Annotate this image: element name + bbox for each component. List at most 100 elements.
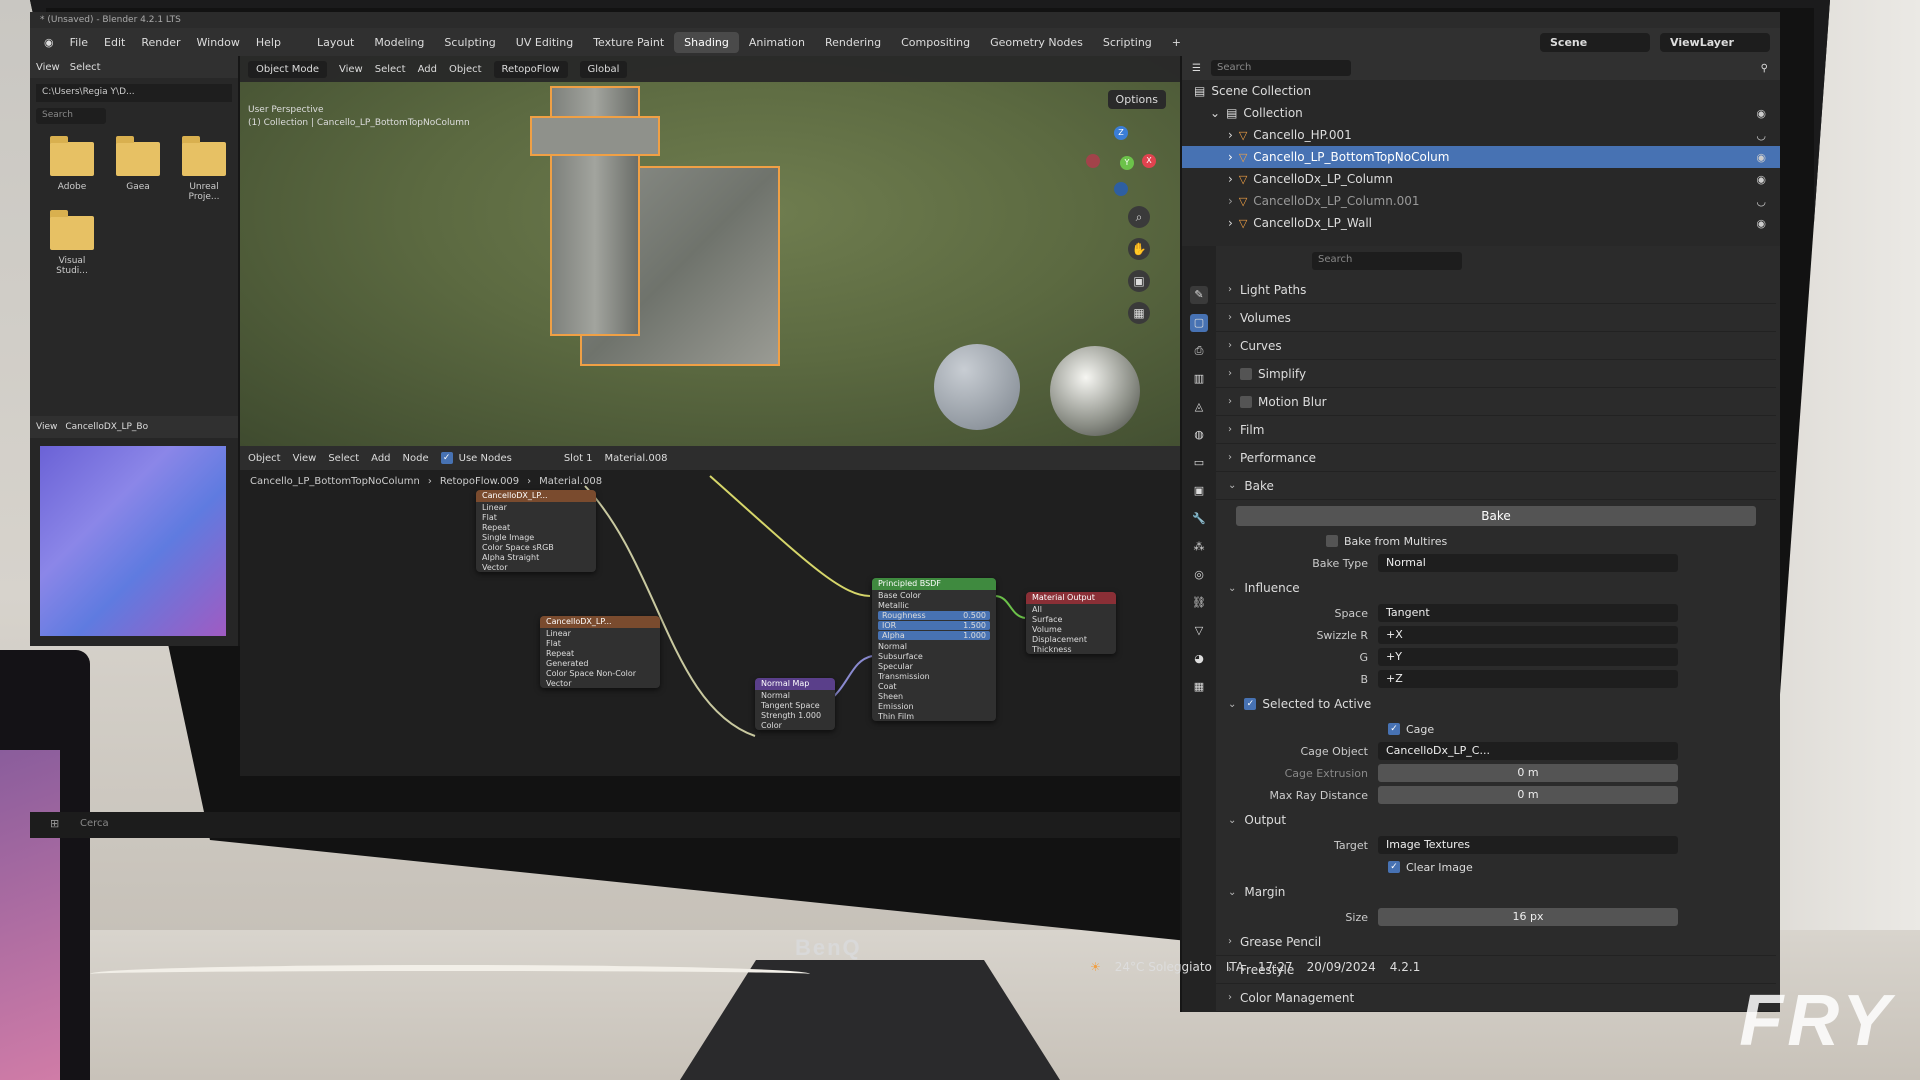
bake-button[interactable]: Bake: [1236, 506, 1756, 526]
collection-tab-icon[interactable]: ▭: [1190, 454, 1208, 472]
world-tab-icon[interactable]: ◍: [1190, 426, 1208, 444]
visibility-eye-icon[interactable]: ◉: [1756, 173, 1766, 186]
checkbox[interactable]: [1326, 535, 1338, 547]
view-layer-field[interactable]: ViewLayer: [1660, 32, 1770, 52]
tab-texture-paint[interactable]: Texture Paint: [583, 32, 674, 53]
3d-viewport[interactable]: Object Mode View Select Add Object Retop…: [240, 56, 1180, 446]
output-tab-icon[interactable]: ⎙: [1190, 342, 1208, 360]
collection-row[interactable]: ⌄ ▤ Collection ◉: [1182, 102, 1780, 124]
normal-map-node[interactable]: Normal Map Normal Tangent Space Strength…: [755, 678, 835, 730]
panel-performance[interactable]: › Performance: [1216, 444, 1776, 472]
checkbox[interactable]: [1240, 395, 1252, 408]
file-path-field[interactable]: C:\Users\Regia Y\D...: [36, 84, 232, 102]
check-icon[interactable]: ✓: [1388, 861, 1400, 873]
viewport-menu-view[interactable]: View: [339, 64, 363, 75]
clock-date[interactable]: 20/09/2024: [1307, 960, 1376, 974]
material-tab-icon[interactable]: ◕: [1190, 650, 1208, 668]
menu-help[interactable]: Help: [248, 36, 289, 49]
visibility-eye-icon[interactable]: ◉: [1756, 151, 1766, 164]
viewport-menu-select[interactable]: Select: [375, 64, 406, 75]
file-browser-view[interactable]: View: [36, 62, 60, 73]
principled-bsdf-node[interactable]: Principled BSDF Base Color Metallic Roug…: [872, 578, 996, 721]
windows-start-icon[interactable]: ⊞: [50, 817, 59, 830]
panel-simplify[interactable]: › Simplify: [1216, 360, 1776, 388]
visibility-eye-icon[interactable]: ◡: [1756, 129, 1766, 142]
visibility-eye-icon[interactable]: ◉: [1756, 107, 1766, 120]
tab-compositing[interactable]: Compositing: [891, 32, 980, 53]
scene-collection-row[interactable]: ▤ Scene Collection: [1182, 80, 1780, 102]
blender-logo-icon[interactable]: ◉: [36, 36, 62, 49]
panel-motion-blur[interactable]: › Motion Blur: [1216, 388, 1776, 416]
visibility-eye-icon[interactable]: ◉: [1756, 217, 1766, 230]
navigation-gizmo[interactable]: Z X Y: [1086, 126, 1156, 196]
folder-item[interactable]: Unreal Proje...: [174, 136, 234, 202]
panel-output[interactable]: ⌄ Output: [1216, 806, 1776, 834]
chevron-right-icon[interactable]: ›: [1228, 150, 1233, 164]
particles-tab-icon[interactable]: ⁂: [1190, 538, 1208, 556]
panel-film[interactable]: › Film: [1216, 416, 1776, 444]
margin-size-field[interactable]: 16 px: [1378, 908, 1678, 926]
view-layer-tab-icon[interactable]: ▥: [1190, 370, 1208, 388]
options-dropdown[interactable]: Options: [1107, 90, 1166, 109]
taskbar-search[interactable]: Cerca: [80, 818, 109, 829]
visibility-eye-icon[interactable]: ◡: [1756, 195, 1766, 208]
outliner-search[interactable]: Search: [1210, 60, 1351, 76]
object-mode-dropdown[interactable]: Object Mode: [248, 60, 327, 78]
swizzle-b-dropdown[interactable]: +Z: [1378, 670, 1678, 688]
file-browser-select[interactable]: Select: [70, 62, 101, 73]
outliner-item-selected[interactable]: › ▽ Cancello_LP_BottomTopNoColum ◉: [1182, 146, 1780, 168]
check-icon[interactable]: ✓: [1244, 698, 1257, 710]
outliner-item[interactable]: › ▽ CancelloDx_LP_Column.001 ◡: [1182, 190, 1780, 212]
gizmo-x-axis[interactable]: X: [1142, 154, 1156, 168]
panel-influence[interactable]: ⌄ Influence: [1216, 574, 1776, 602]
orientation-dropdown[interactable]: Global: [579, 60, 628, 78]
space-dropdown[interactable]: Tangent: [1378, 604, 1678, 622]
constraints-tab-icon[interactable]: ⛓: [1190, 594, 1208, 612]
panel-grease-pencil[interactable]: › Grease Pencil: [1216, 928, 1776, 956]
tab-shading[interactable]: Shading: [674, 31, 739, 53]
bake-type-dropdown[interactable]: Normal: [1378, 554, 1678, 572]
checkbox[interactable]: [1240, 367, 1252, 380]
swizzle-g-dropdown[interactable]: +Y: [1378, 648, 1678, 666]
menu-render[interactable]: Render: [133, 36, 188, 49]
image-editor-view[interactable]: View: [36, 422, 57, 432]
folder-item[interactable]: Adobe: [42, 136, 102, 202]
render-tab-icon[interactable]: ▢: [1190, 314, 1208, 332]
panel-color-management[interactable]: › Color Management: [1216, 984, 1776, 1012]
swizzle-r-dropdown[interactable]: +X: [1378, 626, 1678, 644]
physics-tab-icon[interactable]: ◎: [1190, 566, 1208, 584]
display-mode-icon[interactable]: ☰: [1192, 63, 1201, 74]
image-name-field[interactable]: CancelloDX_LP_Bo: [65, 422, 148, 432]
language-indicator[interactable]: ITA: [1226, 960, 1244, 974]
tab-animation[interactable]: Animation: [739, 32, 815, 53]
expand-icon[interactable]: ⌄: [1210, 106, 1220, 120]
object-tab-icon[interactable]: ▣: [1190, 482, 1208, 500]
ior-slider[interactable]: IOR 1.500: [878, 621, 990, 630]
retopoflow-dropdown[interactable]: RetopoFlow: [493, 60, 568, 78]
filter-icon[interactable]: ⚲: [1761, 63, 1768, 74]
chevron-right-icon[interactable]: ›: [1228, 128, 1233, 142]
panel-curves[interactable]: › Curves: [1216, 332, 1776, 360]
tab-rendering[interactable]: Rendering: [815, 32, 891, 53]
panel-light-paths[interactable]: › Light Paths: [1216, 276, 1776, 304]
image-texture-node-2[interactable]: CancelloDX_LP... Linear Flat Repeat Gene…: [540, 616, 660, 688]
cage-extrusion-field[interactable]: 0 m: [1378, 764, 1678, 782]
panel-bake[interactable]: ⌄ Bake: [1216, 472, 1776, 500]
data-tab-icon[interactable]: ▽: [1190, 622, 1208, 640]
max-ray-distance-field[interactable]: 0 m: [1378, 786, 1678, 804]
clock-time[interactable]: 17:27: [1258, 960, 1293, 974]
camera-icon[interactable]: ▣: [1128, 270, 1150, 292]
panel-volumes[interactable]: › Volumes: [1216, 304, 1776, 332]
clear-image-row[interactable]: ✓ Clear Image: [1216, 856, 1776, 878]
tab-scripting[interactable]: Scripting: [1093, 32, 1162, 53]
gizmo-y-axis[interactable]: Y: [1120, 156, 1134, 170]
alpha-slider[interactable]: Alpha 1.000: [878, 631, 990, 640]
modifier-tab-icon[interactable]: 🔧: [1190, 510, 1208, 528]
outliner-item[interactable]: › ▽ CancelloDx_LP_Wall ◉: [1182, 212, 1780, 234]
target-dropdown[interactable]: Image Textures: [1378, 836, 1678, 854]
cage-object-field[interactable]: CancelloDx_LP_C...: [1378, 742, 1678, 760]
add-workspace-button[interactable]: +: [1162, 32, 1191, 53]
tab-geometry-nodes[interactable]: Geometry Nodes: [980, 32, 1093, 53]
material-output-node[interactable]: Material Output All Surface Volume Displ…: [1026, 592, 1116, 654]
viewport-menu-add[interactable]: Add: [418, 64, 437, 75]
